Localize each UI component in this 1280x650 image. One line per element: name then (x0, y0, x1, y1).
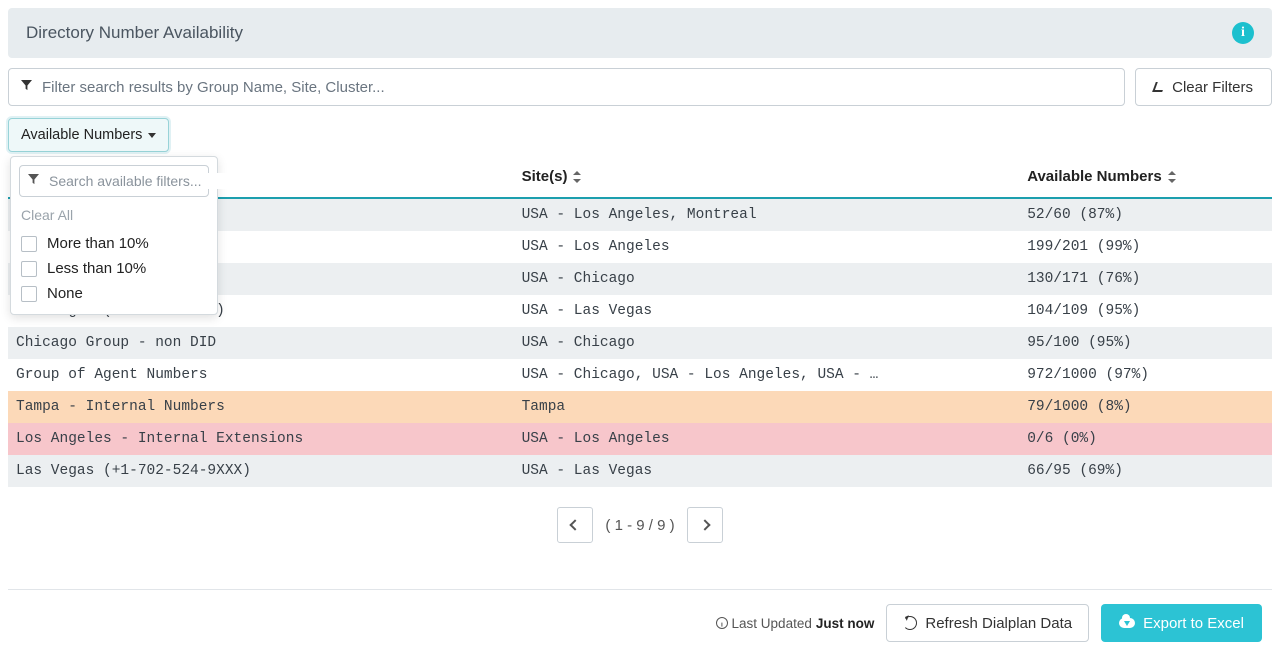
cell-sites: USA - Los Angeles, Montreal (514, 198, 1020, 231)
filter-option-label: More than 10% (47, 235, 149, 252)
footer-bar: Last Updated Just now Refresh Dialplan D… (8, 589, 1272, 642)
filter-icon (28, 174, 39, 188)
refresh-button[interactable]: Refresh Dialplan Data (886, 604, 1089, 642)
cell-available: 52/60 (87%) (1019, 198, 1272, 231)
cell-sites: USA - Las Vegas (514, 455, 1020, 487)
cell-group: Chicago Group - non DID (8, 327, 514, 359)
cell-available: 104/109 (95%) (1019, 295, 1272, 327)
cell-sites: USA - Chicago, USA - Los Angeles, USA - … (514, 359, 1020, 391)
cell-sites: USA - Chicago (514, 327, 1020, 359)
clock-icon (716, 617, 728, 629)
cell-available: 79/1000 (8%) (1019, 391, 1272, 423)
column-header-sites[interactable]: Site(s) (514, 158, 1020, 198)
clear-filters-button[interactable]: Clear Filters (1135, 68, 1272, 106)
cell-available: 972/1000 (97%) (1019, 359, 1272, 391)
cell-sites: Tampa (514, 391, 1020, 423)
checkbox[interactable] (21, 236, 37, 252)
cell-sites: USA - Las Vegas (514, 295, 1020, 327)
cell-available: 130/171 (76%) (1019, 263, 1272, 295)
chevron-right-icon (699, 519, 710, 530)
table-row[interactable]: Los Angeles - Internal ExtensionsUSA - L… (8, 423, 1272, 455)
export-button[interactable]: Export to Excel (1101, 604, 1262, 642)
table-row[interactable]: Group of Agent NumbersUSA - Chicago, USA… (8, 359, 1272, 391)
chevron-down-icon (148, 133, 156, 138)
dropdown-clear-all[interactable]: Clear All (19, 205, 209, 231)
filter-bar: Clear Filters (8, 68, 1272, 106)
filter-option[interactable]: None (19, 281, 209, 306)
filter-option-label: None (47, 285, 83, 302)
app-root: Directory Number Availability i Clear Fi… (0, 0, 1280, 650)
eraser-icon (1152, 82, 1166, 92)
cloud-download-icon (1119, 618, 1135, 628)
cell-group: Tampa - Internal Numbers (8, 391, 514, 423)
pagination-text: ( 1 - 9 / 9 ) (605, 517, 674, 534)
table-area: Group Name Site(s) Available Numbers nal… (8, 158, 1272, 589)
info-icon[interactable]: i (1232, 22, 1254, 44)
pagination: ( 1 - 9 / 9 ) (8, 507, 1272, 543)
last-updated: Last Updated Just now (716, 616, 875, 631)
filter-option[interactable]: Less than 10% (19, 256, 209, 281)
chevron-left-icon (570, 519, 581, 530)
dropdown-search[interactable] (19, 165, 209, 197)
table-row[interactable]: Las Vegas (+1-702-524-9XXX)USA - Las Veg… (8, 455, 1272, 487)
cell-sites: USA - Chicago (514, 263, 1020, 295)
checkbox[interactable] (21, 286, 37, 302)
table-row[interactable]: Tampa - Internal NumbersTampa79/1000 (8%… (8, 391, 1272, 423)
filter-option[interactable]: More than 10% (19, 231, 209, 256)
cell-group: Group of Agent Numbers (8, 359, 514, 391)
filter-icon (21, 80, 32, 94)
cell-group: Los Angeles - Internal Extensions (8, 423, 514, 455)
page-next-button[interactable] (687, 507, 723, 543)
sort-icon (573, 171, 583, 183)
column-header-available[interactable]: Available Numbers (1019, 158, 1272, 198)
page-prev-button[interactable] (557, 507, 593, 543)
dropdown-search-input[interactable] (49, 173, 230, 189)
dropdown-label: Available Numbers (21, 127, 142, 143)
clear-filters-label: Clear Filters (1172, 79, 1253, 96)
checkbox[interactable] (21, 261, 37, 277)
cell-available: 66/95 (69%) (1019, 455, 1272, 487)
filter-option-label: Less than 10% (47, 260, 146, 277)
cell-available: 199/201 (99%) (1019, 231, 1272, 263)
cell-sites: USA - Los Angeles (514, 423, 1020, 455)
cell-available: 95/100 (95%) (1019, 327, 1272, 359)
refresh-icon (903, 616, 917, 630)
filter-input-wrap[interactable] (8, 68, 1125, 106)
filter-dropdown-panel: Clear All More than 10% Less than 10% None (10, 156, 218, 315)
cell-group: Las Vegas (+1-702-524-9XXX) (8, 455, 514, 487)
sort-icon (1168, 171, 1178, 183)
table-row[interactable]: Chicago Group - non DIDUSA - Chicago95/1… (8, 327, 1272, 359)
available-numbers-dropdown[interactable]: Available Numbers (8, 118, 169, 152)
page-title: Directory Number Availability (26, 23, 243, 43)
cell-sites: USA - Los Angeles (514, 231, 1020, 263)
filter-input[interactable] (42, 79, 1112, 96)
cell-available: 0/6 (0%) (1019, 423, 1272, 455)
page-header: Directory Number Availability i (8, 8, 1272, 58)
